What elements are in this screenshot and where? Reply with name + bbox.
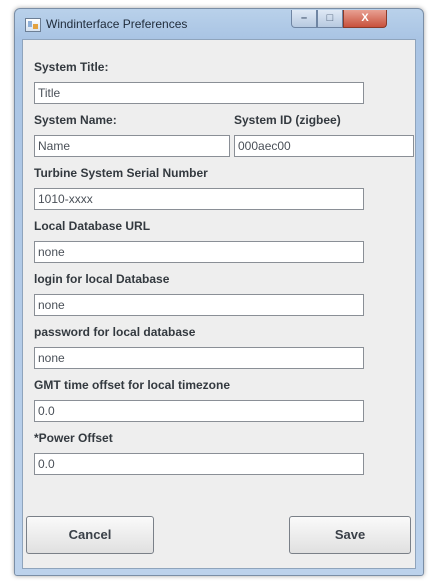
minimize-button[interactable]: – bbox=[291, 10, 317, 28]
close-icon: X bbox=[361, 12, 369, 24]
app-icon bbox=[25, 18, 41, 32]
power-offset-label: *Power Offset bbox=[34, 431, 113, 445]
title-bar[interactable]: Windinterface Preferences – □ X bbox=[15, 9, 423, 39]
db-url-label: Local Database URL bbox=[34, 219, 151, 233]
system-name-label: System Name: bbox=[34, 113, 117, 127]
preferences-window: Windinterface Preferences – □ X System T… bbox=[14, 8, 424, 576]
system-title-label: System Title: bbox=[34, 60, 109, 74]
db-password-input[interactable]: none bbox=[34, 347, 364, 369]
preferences-form: System Title: Title System Name: System … bbox=[22, 39, 416, 569]
maximize-button[interactable]: □ bbox=[317, 10, 343, 28]
serial-number-input[interactable]: 1010-xxxx bbox=[34, 188, 364, 210]
gmt-offset-input[interactable]: 0.0 bbox=[34, 400, 364, 422]
db-url-input[interactable]: none bbox=[34, 241, 364, 263]
close-button[interactable]: X bbox=[343, 10, 387, 28]
db-login-input[interactable]: none bbox=[34, 294, 364, 316]
system-id-input[interactable]: 000aec00 bbox=[234, 135, 414, 157]
window-title: Windinterface Preferences bbox=[46, 17, 188, 31]
maximize-icon: □ bbox=[326, 12, 334, 24]
system-id-label: System ID (zigbee) bbox=[234, 113, 341, 127]
system-name-input[interactable]: Name bbox=[34, 135, 230, 157]
serial-number-label: Turbine System Serial Number bbox=[34, 166, 208, 180]
save-button[interactable]: Save bbox=[289, 516, 411, 554]
db-password-label: password for local database bbox=[34, 325, 196, 339]
gmt-offset-label: GMT time offset for local timezone bbox=[34, 378, 231, 392]
db-login-label: login for local Database bbox=[34, 272, 170, 286]
cancel-button[interactable]: Cancel bbox=[26, 516, 154, 554]
power-offset-input[interactable]: 0.0 bbox=[34, 453, 364, 475]
system-title-input[interactable]: Title bbox=[34, 82, 364, 104]
minimize-icon: – bbox=[300, 12, 308, 24]
